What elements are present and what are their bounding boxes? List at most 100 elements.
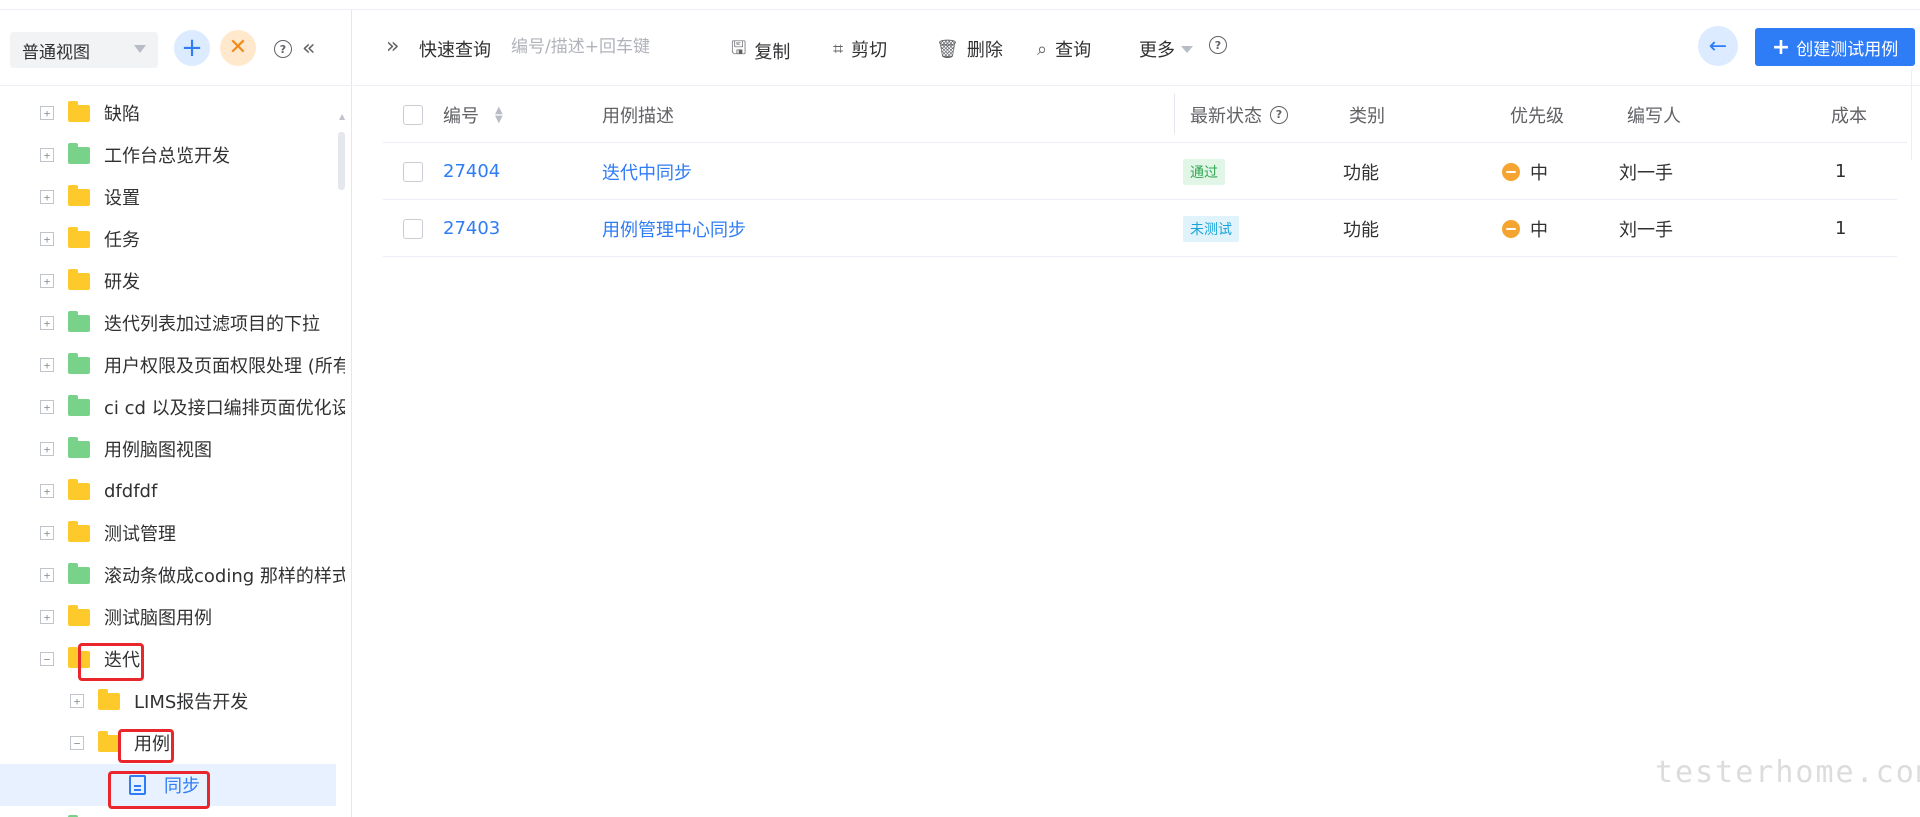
case-id-link[interactable]: 27403	[443, 200, 500, 257]
tree-item[interactable]: + 研发	[0, 260, 336, 302]
help-button[interactable]: ?	[1209, 36, 1227, 54]
expand-icon[interactable]: +	[40, 484, 54, 498]
highlight-box	[108, 771, 210, 809]
checkbox[interactable]	[403, 218, 423, 239]
create-test-case-label: 创建测试用例	[1796, 39, 1899, 60]
right-scrollbar[interactable]	[1911, 70, 1912, 160]
folder-icon	[98, 730, 120, 752]
tree-item-label: dfdfdf	[104, 480, 158, 502]
tree-item-label: 用例脑图视图	[104, 440, 212, 461]
column-header-label: 用例描述	[602, 105, 674, 127]
folder-icon	[68, 310, 90, 332]
expand-quick-search-icon[interactable]: »	[386, 34, 399, 59]
priority-cell: 中	[1502, 200, 1548, 257]
tree-item-label: 用户权限及页面权限处理 (所有	[104, 356, 345, 377]
row-checkbox[interactable]	[403, 200, 423, 257]
sidebar-scrollbar[interactable]	[338, 132, 345, 190]
create-test-case-button[interactable]: + 创建测试用例	[1755, 28, 1915, 66]
expand-icon[interactable]: +	[40, 442, 54, 456]
expand-icon[interactable]: +	[40, 526, 54, 540]
case-desc-link[interactable]: 迭代中同步	[602, 143, 692, 200]
category-cell: 功能	[1343, 162, 1379, 184]
table-row[interactable]: 27403 用例管理中心同步 未测试 功能 中 刘一手 1	[383, 200, 1897, 257]
column-header-id[interactable]: 编号 ▲ ▼	[443, 86, 503, 143]
folder-icon	[68, 604, 90, 626]
checkbox[interactable]	[403, 104, 423, 125]
expand-icon[interactable]: +	[40, 568, 54, 582]
tree-item[interactable]: + 滚动条做成coding 那样的样式	[0, 554, 345, 596]
close-button[interactable]: ✕	[220, 30, 256, 66]
tree-item[interactable]: + ci cd 以及接口编排页面优化设	[0, 386, 345, 428]
folder-icon	[68, 268, 90, 290]
tree-item[interactable]: + 缺陷	[0, 92, 336, 134]
collapse-icon[interactable]: −	[40, 652, 54, 666]
status-cell: 通过	[1183, 143, 1225, 200]
tree-item[interactable]: + LIMS报告开发	[0, 680, 336, 722]
help-icon[interactable]: ?	[1270, 105, 1288, 124]
priority-label: 中	[1530, 219, 1548, 241]
table-row[interactable]: 27404 迭代中同步 通过 功能 中 刘一手 1	[383, 143, 1897, 200]
collapse-sidebar-icon[interactable]: «	[302, 36, 315, 61]
tree-item-label: 测试脑图用例	[104, 608, 212, 629]
tree-item[interactable]: + 测试脑图用例	[0, 596, 336, 638]
column-divider[interactable]	[1174, 94, 1175, 134]
tree-item[interactable]: + 任务	[0, 218, 336, 260]
column-header-cost: 成本	[1831, 86, 1867, 143]
priority-cell: 中	[1502, 143, 1548, 200]
tree-item[interactable]: + 测试管理	[0, 512, 336, 554]
caret-down-icon	[1181, 45, 1193, 53]
tree-item[interactable]: + 用例脑图视图	[0, 428, 336, 470]
collapse-icon[interactable]: −	[70, 736, 84, 750]
expand-icon[interactable]: +	[40, 610, 54, 624]
tree-item-label: 设置	[104, 188, 140, 209]
expand-icon[interactable]: +	[40, 358, 54, 372]
highlight-box	[78, 643, 144, 681]
more-dropdown[interactable]: 更多	[1139, 36, 1193, 62]
tree-item[interactable]: + 迭代列表加过滤项目的下拉	[0, 302, 336, 344]
row-checkbox[interactable]	[403, 143, 423, 200]
quick-search-label: 快速查询	[419, 40, 491, 61]
view-select[interactable]: 普通视图	[10, 32, 158, 68]
delete-button[interactable]: 🗑 删除	[936, 36, 1003, 62]
help-icon[interactable]: ?	[274, 40, 292, 58]
cut-button[interactable]: ⌗ 剪切	[833, 36, 887, 62]
tree-item-label: 缺陷	[104, 104, 140, 125]
expand-icon[interactable]: +	[40, 232, 54, 246]
add-folder-button[interactable]: +	[174, 30, 210, 66]
case-desc-link[interactable]: 用例管理中心同步	[602, 200, 746, 257]
tree-item[interactable]: + 用户权限及页面权限处理 (所有	[0, 344, 345, 386]
tree-item[interactable]: + 工作台总览开发	[0, 134, 336, 176]
watermark: testerhome.com	[1655, 755, 1920, 790]
select-all-checkbox[interactable]	[403, 86, 423, 143]
delete-label: 删除	[966, 40, 1003, 61]
tree-item[interactable]: + 设置	[0, 176, 336, 218]
scroll-up-icon[interactable]: ▲	[339, 112, 345, 121]
copy-button[interactable]: 🖫 复制	[731, 36, 790, 66]
top-border	[0, 0, 1920, 10]
expand-icon[interactable]: +	[40, 190, 54, 204]
expand-icon[interactable]: +	[40, 106, 54, 120]
back-button[interactable]: ←	[1698, 26, 1738, 66]
column-header-label: 编写人	[1627, 105, 1681, 127]
tree-item-label: LIMS报告开发	[134, 692, 249, 713]
expand-icon[interactable]: +	[40, 148, 54, 162]
expand-icon[interactable]: +	[70, 694, 84, 708]
checkbox[interactable]	[403, 161, 423, 182]
help-icon: ?	[1209, 36, 1227, 54]
quick-search-input[interactable]	[511, 30, 711, 64]
expand-icon[interactable]: +	[40, 274, 54, 288]
table-header: 编号 ▲ ▼ 用例描述 最新状态 ? 类别 优先级 编写人 成本	[383, 86, 1907, 143]
highlight-box	[118, 729, 174, 763]
tree-item[interactable]: + dfdfdf	[0, 470, 336, 512]
query-button[interactable]: ⌕ 查询	[1037, 36, 1091, 62]
column-header-status: 最新状态 ?	[1190, 86, 1288, 143]
sort-icon[interactable]: ▲ ▼	[495, 105, 503, 124]
expand-icon[interactable]: +	[40, 316, 54, 330]
column-header-author: 编写人	[1627, 86, 1681, 143]
case-id-link[interactable]: 27404	[443, 143, 500, 200]
folder-icon	[68, 100, 90, 122]
tree-item-iteration[interactable]: − 迭代	[0, 638, 336, 680]
tree-item-label: 研发	[104, 272, 140, 293]
column-header-label: 类别	[1349, 105, 1385, 127]
expand-icon[interactable]: +	[40, 400, 54, 414]
